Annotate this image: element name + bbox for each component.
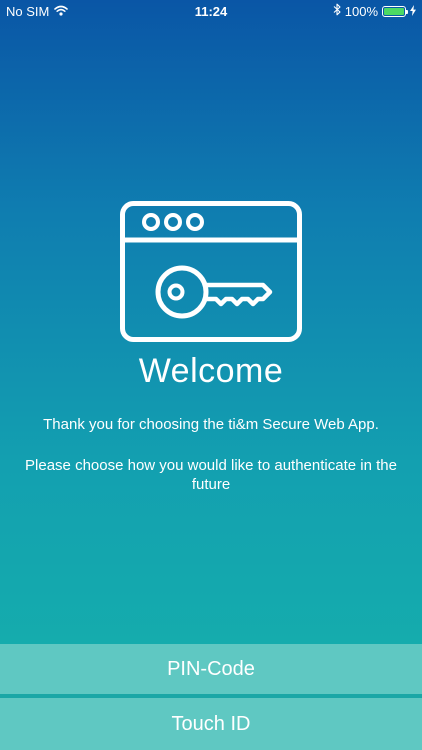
battery-percent: 100%	[344, 3, 378, 19]
thanks-message: Thank you for choosing the ti&m Secure W…	[43, 416, 379, 433]
battery-fill	[384, 7, 404, 15]
touch-id-label: Touch ID	[171, 712, 251, 735]
welcome-screen: No SIM 11:24 100% Welcome Thank you for …	[0, 0, 422, 750]
battery-icon	[382, 5, 408, 17]
browser-key-icon	[119, 200, 303, 343]
charging-icon	[410, 4, 416, 19]
welcome-title: Welcome	[138, 352, 284, 390]
status-bar: No SIM 11:24 100%	[0, 0, 422, 22]
authenticate-instruction: Please choose how you would like to auth…	[25, 457, 397, 493]
bluetooth-icon	[333, 3, 341, 19]
pin-code-button[interactable]: PIN-Code	[0, 644, 422, 694]
status-right: 100%	[333, 3, 416, 19]
touch-id-button[interactable]: Touch ID	[0, 698, 422, 750]
pin-code-label: PIN-Code	[167, 657, 255, 680]
